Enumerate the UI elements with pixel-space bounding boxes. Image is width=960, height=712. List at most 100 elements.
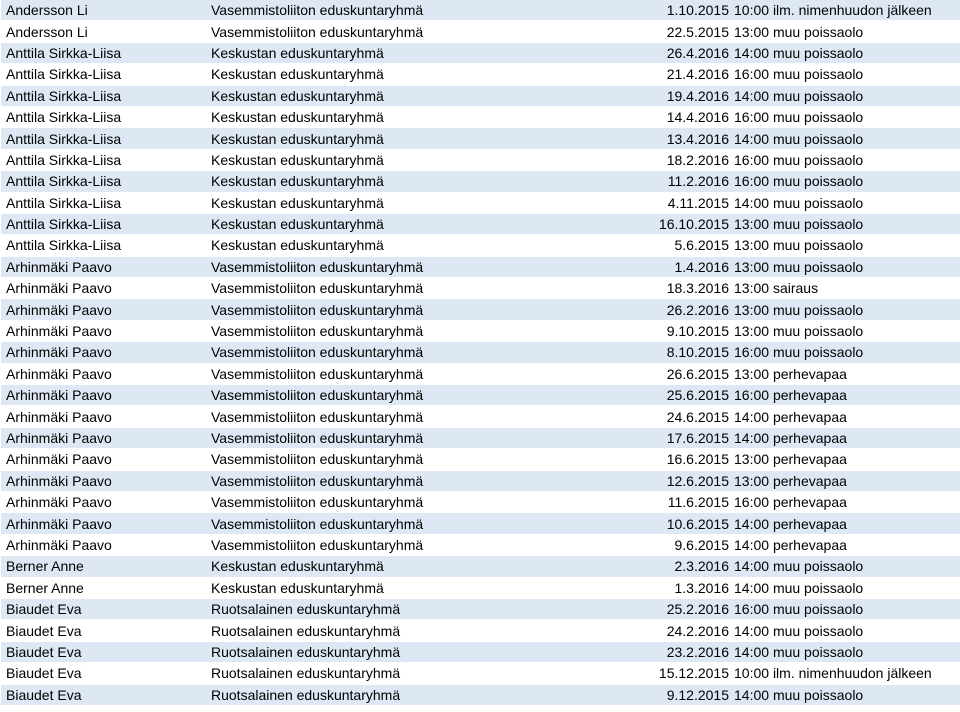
date-cell: 1.4.2016	[616, 256, 732, 279]
date-cell: 9.10.2015	[616, 320, 732, 343]
absence-table: Andersson Li Vasemmistoliiton eduskuntary…	[1, 0, 960, 706]
date-cell: 23.2.2016	[616, 641, 732, 664]
time-reason-cell: 14:00 muu poissaolo	[732, 555, 960, 578]
date-cell: 19.4.2016	[616, 85, 732, 107]
time-text: 14:00	[734, 643, 770, 660]
table-row: Arhinmäki Paavo Vasemmistoliiton eduskunt…	[1, 341, 960, 364]
table-row: Arhinmäki Paavo Vasemmistoliiton eduskunt…	[1, 256, 960, 279]
time-text: 14:00	[734, 44, 770, 61]
time-reason-cell: 16:00 muu poissaolo	[732, 170, 960, 193]
time-text: 13:00	[734, 216, 770, 233]
date-cell: 12.6.2015	[616, 470, 732, 492]
time-reason-cell: 14:00 muu poissaolo	[732, 577, 960, 599]
time-reason-cell: 16:00 muu poissaolo	[732, 149, 960, 172]
time-text: 14:00	[734, 622, 770, 639]
date-cell: 21.4.2016	[616, 63, 732, 86]
member-name-cell: Arhinmäki Paavo	[1, 298, 206, 321]
member-name-cell: Arhinmäki Paavo	[1, 448, 206, 471]
time-text: 14:00	[734, 579, 770, 596]
table-row: Anttila Sirkka-Liisa Keskustan eduskuntar…	[1, 85, 960, 107]
table-row: Arhinmäki Paavo Vasemmistoliiton eduskunt…	[1, 384, 960, 407]
time-text: 16:00	[734, 151, 770, 168]
time-reason-cell: 13:00 perhevapaa	[732, 448, 960, 471]
time-text: 10:00	[734, 2, 770, 19]
time-text: 13:00	[734, 258, 770, 275]
parliamentary-group-cell: Keskustan eduskuntaryhmä	[206, 63, 616, 86]
time-reason-cell: 13:00 perhevapaa	[732, 470, 960, 492]
table-row: Arhinmäki Paavo Vasemmistoliiton eduskunt…	[1, 534, 960, 557]
parliamentary-group-cell: Vasemmistoliiton eduskuntaryhmä	[206, 298, 616, 321]
date-cell: 26.4.2016	[616, 42, 732, 65]
date-cell: 18.3.2016	[616, 277, 732, 300]
date-cell: 26.2.2016	[616, 298, 732, 321]
parliamentary-group-cell: Keskustan eduskuntaryhmä	[206, 127, 616, 150]
member-name-cell: Arhinmäki Paavo	[1, 363, 206, 386]
reason-text: muu poissaolo	[772, 237, 864, 254]
reason-text: ilm. nimenhuudon jälkeen	[772, 2, 932, 19]
table-row: Arhinmäki Paavo Vasemmistoliiton eduskunt…	[1, 298, 960, 321]
member-name-cell: Arhinmäki Paavo	[1, 427, 206, 450]
time-reason-cell: 14:00 muu poissaolo	[732, 684, 960, 706]
member-name-cell: Anttila Sirkka-Liisa	[1, 85, 206, 107]
date-cell: 9.12.2015	[616, 684, 732, 706]
date-cell: 24.6.2015	[616, 405, 732, 428]
date-cell: 25.2.2016	[616, 598, 732, 621]
time-reason-cell: 10:00 ilm. nimenhuudon jälkeen	[732, 662, 960, 685]
parliamentary-group-cell: Vasemmistoliiton eduskuntaryhmä	[206, 427, 616, 450]
reason-text: muu poissaolo	[772, 622, 864, 639]
time-text: 14:00	[734, 686, 770, 703]
time-reason-cell: 16:00 muu poissaolo	[732, 106, 960, 129]
member-name-cell: Arhinmäki Paavo	[1, 277, 206, 300]
table-body: Andersson Li Vasemmistoliiton eduskuntary…	[1, 0, 960, 706]
date-cell: 13.4.2016	[616, 127, 732, 150]
member-name-cell: Biaudet Eva	[1, 662, 206, 685]
date-cell: 1.3.2016	[616, 577, 732, 599]
date-cell: 16.10.2015	[616, 213, 732, 236]
member-name-cell: Anttila Sirkka-Liisa	[1, 192, 206, 214]
date-cell: 14.4.2016	[616, 106, 732, 129]
parliamentary-group-cell: Keskustan eduskuntaryhmä	[206, 85, 616, 107]
time-text: 16:00	[734, 494, 770, 511]
time-text: 13:00	[734, 280, 770, 297]
parliamentary-group-cell: Keskustan eduskuntaryhmä	[206, 555, 616, 578]
time-reason-cell: 13:00 sairaus	[732, 277, 960, 300]
reason-text: muu poissaolo	[772, 344, 864, 361]
time-text: 13:00	[734, 365, 770, 382]
time-reason-cell: 14:00 muu poissaolo	[732, 85, 960, 107]
reason-text: perhevapaa	[772, 430, 847, 446]
member-name-cell: Andersson Li	[1, 0, 206, 22]
date-cell: 8.10.2015	[616, 341, 732, 364]
date-cell: 4.11.2015	[616, 192, 732, 214]
table-row: Arhinmäki Paavo Vasemmistoliiton eduskunt…	[1, 405, 960, 428]
time-reason-cell: 13:00 muu poissaolo	[732, 298, 960, 321]
date-cell: 16.6.2015	[616, 448, 732, 471]
time-reason-cell: 14:00 muu poissaolo	[732, 127, 960, 150]
time-reason-cell: 16:00 perhevapaa	[732, 384, 960, 407]
date-cell: 22.5.2015	[616, 20, 732, 43]
reason-text: perhevapaa	[772, 472, 847, 489]
time-reason-cell: 13:00 muu poissaolo	[732, 213, 960, 236]
time-text: 14:00	[734, 430, 770, 446]
parliamentary-group-cell: Ruotsalainen eduskuntaryhmä	[206, 641, 616, 664]
parliamentary-group-cell: Keskustan eduskuntaryhmä	[206, 213, 616, 236]
parliamentary-group-cell: Keskustan eduskuntaryhmä	[206, 234, 616, 257]
time-text: 16:00	[734, 387, 770, 404]
parliamentary-group-cell: Vasemmistoliiton eduskuntaryhmä	[206, 363, 616, 386]
table-row: Andersson Li Vasemmistoliiton eduskuntary…	[1, 0, 960, 22]
time-text: 16:00	[734, 601, 770, 618]
reason-text: perhevapaa	[772, 494, 847, 511]
time-reason-cell: 13:00 muu poissaolo	[732, 256, 960, 279]
table-row: Arhinmäki Paavo Vasemmistoliiton eduskunt…	[1, 470, 960, 492]
parliamentary-group-cell: Ruotsalainen eduskuntaryhmä	[206, 619, 616, 642]
date-cell: 18.2.2016	[616, 149, 732, 172]
member-name-cell: Anttila Sirkka-Liisa	[1, 149, 206, 172]
parliamentary-group-cell: Keskustan eduskuntaryhmä	[206, 106, 616, 129]
table-row: Arhinmäki Paavo Vasemmistoliiton eduskunt…	[1, 277, 960, 300]
parliamentary-group-cell: Ruotsalainen eduskuntaryhmä	[206, 598, 616, 621]
date-cell: 26.6.2015	[616, 363, 732, 386]
member-name-cell: Biaudet Eva	[1, 619, 206, 642]
time-reason-cell: 16:00 muu poissaolo	[732, 63, 960, 86]
reason-text: perhevapaa	[772, 515, 847, 532]
table-row: Biaudet Eva Ruotsalainen eduskuntaryhmä 23…	[1, 641, 960, 664]
date-cell: 24.2.2016	[616, 619, 732, 642]
